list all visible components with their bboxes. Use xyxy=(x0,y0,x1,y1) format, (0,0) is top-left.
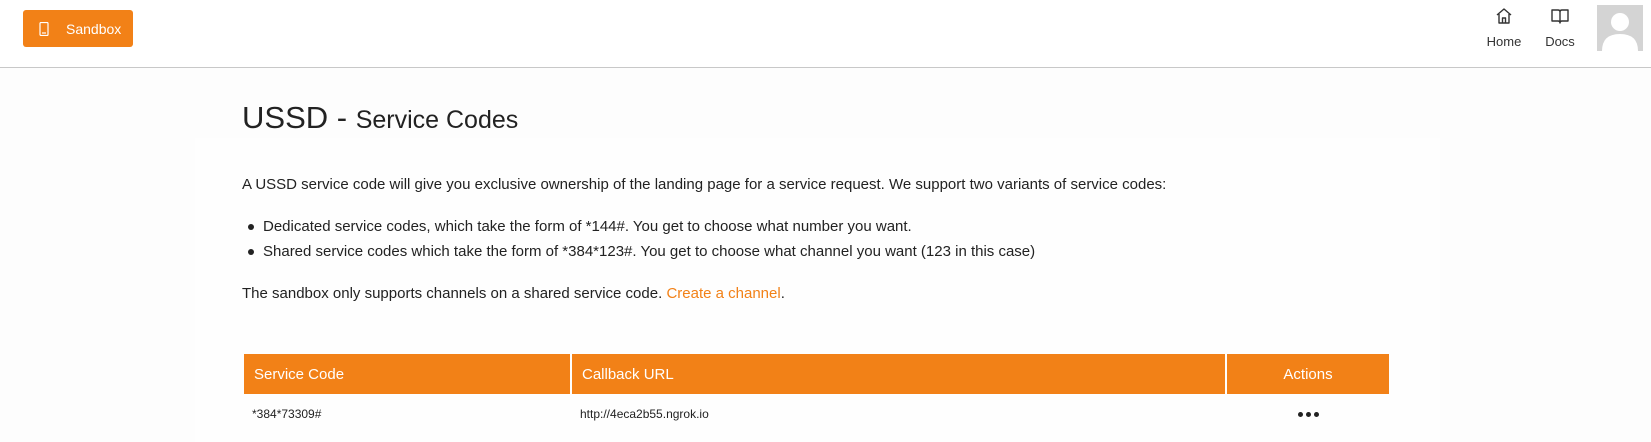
book-icon xyxy=(1551,9,1569,24)
nav-home[interactable]: Home xyxy=(1484,6,1524,52)
page-title: USSD - Service Codes xyxy=(242,100,518,136)
nav-docs-label: Docs xyxy=(1545,34,1575,49)
page-description: A USSD service code will give you exclus… xyxy=(242,176,1167,193)
sandbox-button-label: Sandbox xyxy=(66,20,122,37)
home-icon xyxy=(1496,8,1512,24)
cell-service-code: *384*73309# xyxy=(252,407,322,421)
page-subtitle: Service Codes xyxy=(355,106,519,134)
sandbox-note: The sandbox only supports channels on a … xyxy=(242,285,785,302)
sandbox-note-text: The sandbox only supports channels on a … xyxy=(242,285,667,302)
avatar[interactable] xyxy=(1597,5,1643,51)
cell-callback-url: http://4eca2b55.ngrok.io xyxy=(580,407,709,421)
create-channel-link[interactable]: Create a channel xyxy=(666,285,780,302)
column-header-service-code: Service Code xyxy=(244,354,570,394)
sandbox-button[interactable]: Sandbox xyxy=(23,10,133,47)
page-title-main: USSD - xyxy=(242,100,356,135)
table-header: Service Code Callback URL Actions xyxy=(244,354,1392,394)
phone-icon xyxy=(39,21,49,36)
nav-home-label: Home xyxy=(1486,34,1522,49)
top-bar: Sandbox Home Docs xyxy=(0,0,1651,68)
user-avatar-icon xyxy=(1602,13,1638,51)
service-code-variants: Dedicated service codes, which take the … xyxy=(242,217,1035,267)
column-header-callback-url: Callback URL xyxy=(572,354,1225,394)
list-item: Shared service codes which take the form… xyxy=(242,242,1035,267)
list-item: Dedicated service codes, which take the … xyxy=(242,217,1035,242)
nav-docs[interactable]: Docs xyxy=(1540,6,1580,52)
column-header-actions: Actions xyxy=(1227,354,1389,394)
table-row: *384*73309# http://4eca2b55.ngrok.io xyxy=(244,394,1392,434)
cell-actions xyxy=(1227,411,1390,417)
more-horizontal-icon[interactable] xyxy=(1298,411,1319,417)
sandbox-note-end: . xyxy=(780,285,785,302)
service-codes-table: Service Code Callback URL Actions *384*7… xyxy=(244,354,1392,434)
